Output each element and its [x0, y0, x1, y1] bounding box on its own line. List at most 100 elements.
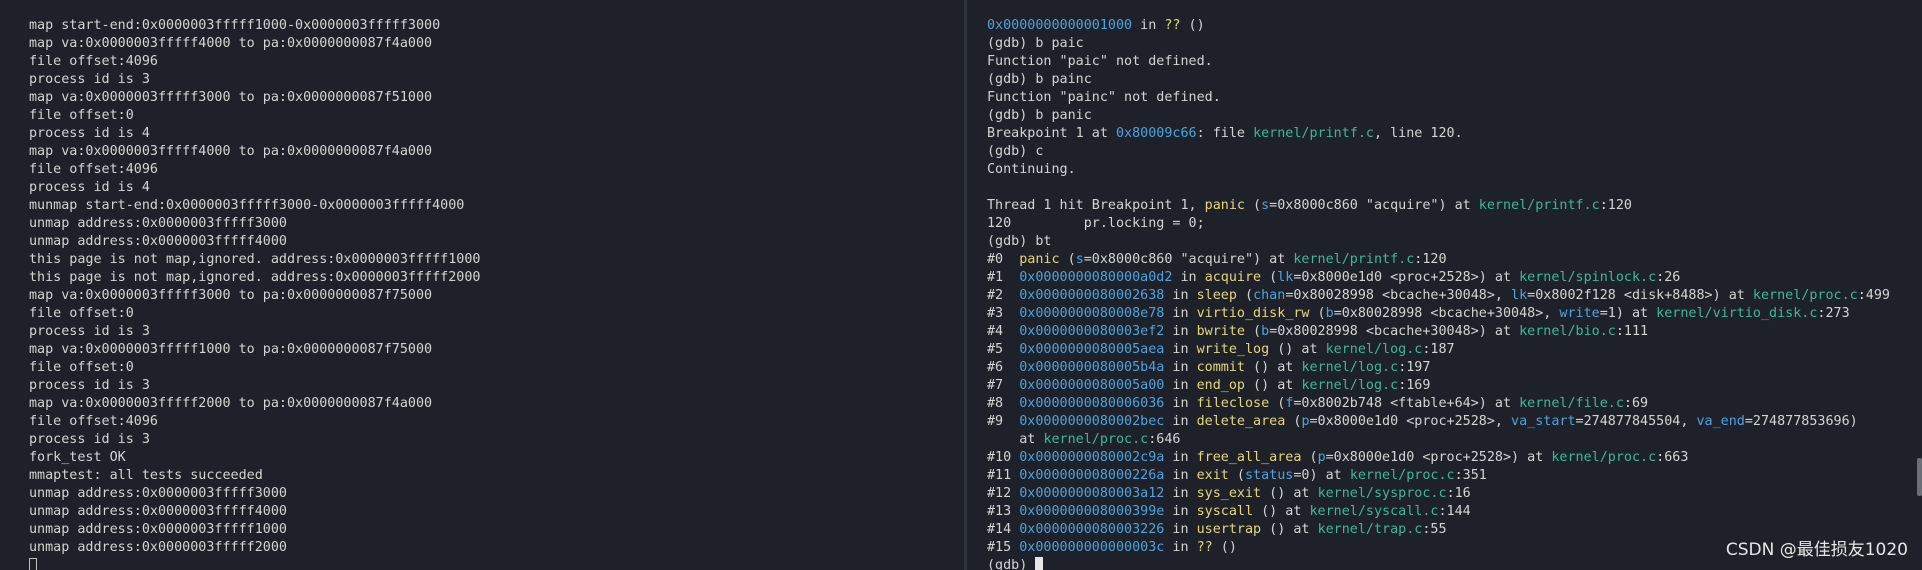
gdb-token: 0x0000000080002c9a: [1019, 450, 1165, 465]
gdb-token: 0x0000000080005a00: [1019, 378, 1165, 393]
terminal-cursor: [29, 558, 37, 570]
gdb-token: kernel/proc.c: [1551, 450, 1657, 465]
gdb-token: :111: [1615, 324, 1649, 339]
gdb-line: Continuing.: [987, 161, 1922, 179]
gdb-token: in: [1164, 522, 1197, 537]
gdb-token: kernel/trap.c: [1317, 522, 1423, 537]
gdb-line: #9 0x0000000080002bec in delete_area (p=…: [987, 413, 1922, 431]
gdb-token: kernel/proc.c: [1752, 288, 1858, 303]
gdb-token: lk: [1277, 270, 1294, 285]
gdb-token: :169: [1398, 378, 1431, 393]
gdb-token: #2: [987, 288, 1020, 303]
gdb-token: =1) at: [1599, 306, 1657, 321]
terminal-line: process id is 3: [29, 324, 150, 339]
gdb-token: b: [1261, 324, 1270, 339]
gdb-line: (gdb) bt: [987, 233, 1922, 251]
gdb-line: #7 0x0000000080005a00 in end_op () at ke…: [987, 377, 1922, 395]
terminal-line: file offset:4096: [29, 414, 158, 429]
terminal-line: file offset:0: [29, 306, 134, 321]
terminal-line: process id is 3: [29, 72, 150, 87]
gdb-line: #11 0x000000008000226a in exit (status=0…: [987, 467, 1922, 485]
gdb-token: #13: [987, 504, 1020, 519]
gdb-token: kernel/spinlock.c: [1519, 270, 1657, 285]
gdb-token: 0x0000000080005aea: [1019, 342, 1165, 357]
gdb-token: :663: [1656, 450, 1689, 465]
gdb-token: (: [1309, 306, 1326, 321]
gdb-token: in: [1164, 324, 1197, 339]
gdb-token: =0x8000c860 "acquire") at: [1269, 198, 1479, 213]
gdb-token: in: [1164, 468, 1197, 483]
gdb-token: status: [1245, 468, 1294, 483]
left-terminal-pane[interactable]: map start-end:0x0000003fffff1000-0x00000…: [0, 0, 964, 570]
gdb-token: 0x0000000080003a12: [1019, 486, 1165, 501]
gdb-line: 120 pr.locking = 0;: [987, 215, 1922, 233]
gdb-token: 0x000000008000399e: [1019, 504, 1165, 519]
gdb-line: #13 0x000000008000399e in syscall () at …: [987, 503, 1922, 521]
gdb-token: 0x000000000000003c: [1019, 540, 1165, 555]
terminal-line: map va:0x0000003fffff3000 to pa:0x000000…: [29, 288, 433, 303]
gdb-token: in: [1172, 270, 1205, 285]
gdb-token: (gdb) b panic: [987, 108, 1092, 123]
terminal-line: process id is 3: [29, 378, 150, 393]
gdb-token: kernel/proc.c: [1043, 432, 1149, 447]
gdb-line: #6 0x0000000080005b4a in commit () at ke…: [987, 359, 1922, 377]
gdb-token: (: [1261, 270, 1278, 285]
gdb-token: va_end: [1696, 414, 1745, 429]
gdb-token: #11: [987, 468, 1020, 483]
gdb-token: Function "painc" not defined.: [987, 90, 1221, 105]
gdb-token: 0x0000000080006036: [1019, 396, 1165, 411]
gdb-token: in: [1164, 288, 1197, 303]
gdb-token: free_all_area: [1196, 450, 1302, 465]
gdb-line: #8 0x0000000080006036 in fileclose (f=0x…: [987, 395, 1922, 413]
gdb-token: virtio_disk_rw: [1196, 306, 1310, 321]
gdb-token: : file: [1196, 126, 1254, 141]
gdb-token: #6: [987, 360, 1020, 375]
terminal-line: unmap address:0x0000003fffff2000: [29, 540, 287, 555]
gdb-line: (gdb) b paic: [987, 35, 1922, 53]
terminal-line: unmap address:0x0000003fffff1000: [29, 522, 287, 537]
gdb-token: (: [1285, 414, 1302, 429]
gdb-token: =0x8000e1d0 <proc+2528>,: [1309, 414, 1512, 429]
gdb-token: in: [1164, 306, 1197, 321]
gdb-token: (gdb) b painc: [987, 72, 1092, 87]
gdb-token: 0x0000000080008e78: [1019, 306, 1165, 321]
gdb-token: kernel/log.c: [1301, 378, 1399, 393]
gdb-line: at kernel/proc.c:646: [987, 431, 1922, 449]
gdb-token: =0x8002f128 <disk+8488>) at: [1527, 288, 1753, 303]
gdb-token: kernel/printf.c: [1478, 198, 1600, 213]
gdb-token: in: [1164, 378, 1197, 393]
terminal-line: unmap address:0x0000003fffff3000: [29, 486, 287, 501]
gdb-line: (gdb) b panic: [987, 107, 1922, 125]
gdb-line: #1 0x0000000080000a0d2 in acquire (lk=0x…: [987, 269, 1922, 287]
gdb-token: #14: [987, 522, 1020, 537]
gdb-line: (gdb) b painc: [987, 71, 1922, 89]
gdb-token: :351: [1454, 468, 1487, 483]
gdb-token: in: [1164, 342, 1197, 357]
gdb-line: [987, 179, 1922, 197]
gdb-token: (: [1236, 288, 1254, 303]
gdb-line: #4 0x0000000080003ef2 in bwrite (b=0x800…: [987, 323, 1922, 341]
gdb-token: va_start: [1511, 414, 1576, 429]
gdb-token: #12: [987, 486, 1020, 501]
gdb-token: #4: [987, 324, 1020, 339]
gdb-token: :273: [1817, 306, 1850, 321]
right-terminal-pane[interactable]: 0x0000000000001000 in ?? () (gdb) b paic F…: [967, 0, 1922, 570]
gdb-line: Breakpoint 1 at 0x80009c66: file kernel/…: [987, 125, 1922, 143]
terminal-line: mmaptest: all tests succeeded: [29, 468, 263, 483]
gdb-token: kernel/proc.c: [1349, 468, 1455, 483]
gdb-token: kernel/printf.c: [1293, 252, 1415, 267]
gdb-terminal-output: 0x0000000000001000 in ?? () (gdb) b paic F…: [987, 17, 1922, 570]
gdb-line: #12 0x0000000080003a12 in sys_exit () at…: [987, 485, 1922, 503]
gdb-line: 0x0000000000001000 in ?? (): [987, 17, 1922, 35]
gdb-prompt: (gdb): [987, 558, 1036, 570]
scrollbar-thumb[interactable]: [1917, 458, 1922, 496]
gdb-line: #10 0x0000000080002c9a in free_all_area …: [987, 449, 1922, 467]
gdb-token: :16: [1446, 486, 1471, 501]
gdb-line: Function "painc" not defined.: [987, 89, 1922, 107]
terminal-line: file offset:0: [29, 360, 134, 375]
gdb-token: :120: [1599, 198, 1632, 213]
terminal-line: this page is not map,ignored. address:0x…: [29, 252, 481, 267]
gdb-token: (: [1269, 396, 1286, 411]
gdb-token: Continuing.: [987, 162, 1076, 177]
gdb-token: 0x000000008000226a: [1019, 468, 1165, 483]
